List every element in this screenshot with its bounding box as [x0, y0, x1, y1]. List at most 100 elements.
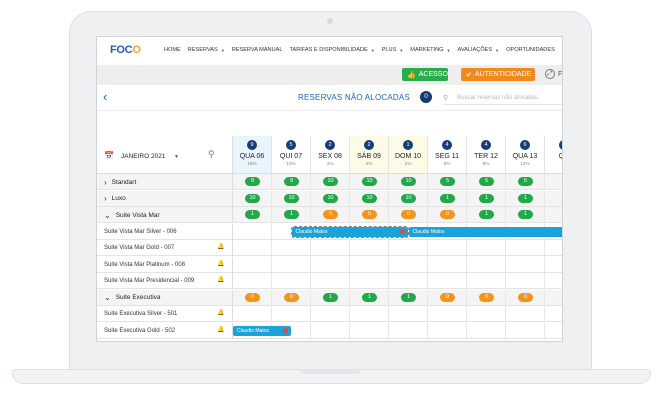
nav-item-marketing[interactable]: MARKETING ▼: [410, 47, 450, 53]
chevron-down-icon[interactable]: ▼: [174, 154, 179, 160]
calendar-cell[interactable]: 1: [506, 190, 545, 207]
calendar-cell[interactable]: 5: [467, 174, 506, 190]
calendar-cell[interactable]: [545, 174, 562, 190]
category-label[interactable]: ⌄ Suite Executiva: [104, 290, 161, 306]
booking-bar[interactable]: Claudio Matos: [290, 225, 409, 238]
booking-bar[interactable]: Claudio Matos: [233, 325, 291, 336]
calendar-cell[interactable]: 10: [350, 190, 389, 207]
category-label[interactable]: › Luxo: [104, 191, 126, 207]
bell-icon[interactable]: 🔔: [217, 326, 224, 333]
room-row[interactable]: Suite Vista Mar Gold - 007 🔔: [97, 240, 562, 256]
calendar-cell[interactable]: 10: [311, 174, 350, 190]
search-icon[interactable]: ⚲: [208, 149, 215, 160]
calendar-cell[interactable]: 1: [506, 207, 545, 223]
calendar-cell[interactable]: 1: [467, 190, 506, 207]
calendar-cell[interactable]: 1: [311, 289, 350, 306]
room-category-row[interactable]: ⌄ Suite Vista Mar 1 1 0 0 0 0 1 1: [97, 207, 562, 223]
calendar-cell[interactable]: [311, 322, 350, 339]
chevron-right-icon[interactable]: ›: [104, 194, 107, 203]
chevron-down-icon[interactable]: ⌄: [104, 211, 111, 220]
calendar-cell[interactable]: [545, 257, 562, 273]
calendar-cell[interactable]: 1: [467, 207, 506, 223]
category-label[interactable]: ⌄ Suite Vista Mar: [104, 207, 160, 223]
day-header[interactable]: 9 QUA 06 18%: [233, 136, 272, 174]
calendar-cell[interactable]: [506, 306, 545, 322]
calendar-cell[interactable]: [467, 240, 506, 256]
booking-bar[interactable]: Claudio Matos: [408, 226, 562, 237]
calendar-cell[interactable]: [233, 273, 272, 289]
calendar-cell[interactable]: [389, 306, 428, 322]
acesso-button[interactable]: 👍 ACESSO: [402, 68, 448, 81]
calendar-cell[interactable]: [350, 256, 389, 273]
room-row[interactable]: Suite Vista Mar Platinum - 008 🔔: [97, 256, 562, 273]
room-category-row[interactable]: › Standart 9 9 10 10 10 5 5 5: [97, 174, 562, 190]
nav-item-avalia-es[interactable]: AVALIAÇÕES ▼: [458, 47, 500, 53]
calendar-cell[interactable]: [350, 240, 389, 256]
calendar-cell[interactable]: 1: [233, 207, 272, 223]
calendar-cell[interactable]: 1: [350, 289, 389, 306]
calendar-cell[interactable]: [233, 223, 272, 240]
calendar-cell[interactable]: [467, 273, 506, 289]
calendar-cell[interactable]: [545, 207, 562, 223]
calendar-cell[interactable]: 10: [311, 190, 350, 207]
calendar-cell[interactable]: [272, 256, 311, 273]
nav-item-plus[interactable]: PLUS ▼: [382, 47, 404, 53]
calendar-cell[interactable]: 0: [467, 289, 506, 306]
calendar-cell[interactable]: [350, 306, 389, 322]
calendar-cell[interactable]: [545, 290, 562, 306]
day-header[interactable]: 2 SEX 08 4%: [311, 136, 350, 174]
day-header[interactable]: 5 QUI 07 10%: [272, 136, 311, 174]
day-header[interactable]: 4 TER 12 8%: [467, 136, 506, 174]
nav-item-tarifas-e-disponibilidade[interactable]: TARIFAS E DISPONIBILIDADE ▼: [289, 47, 374, 53]
calendar-cell[interactable]: 0: [311, 207, 350, 223]
calendar-cell[interactable]: 10: [272, 190, 311, 207]
room-row[interactable]: Suite Executiva Gold - 502 🔔: [97, 322, 562, 339]
calendar-cell[interactable]: [545, 306, 562, 322]
calendar-cell[interactable]: [428, 306, 467, 322]
bell-icon[interactable]: 🔔: [217, 309, 224, 316]
calendar-cell[interactable]: [428, 240, 467, 256]
calendar-cell[interactable]: [506, 240, 545, 256]
calendar-cell[interactable]: [506, 256, 545, 273]
day-header[interactable]: 1 DOM 10 2%: [389, 136, 428, 174]
calendar-cell[interactable]: [545, 191, 562, 207]
calendar-cell[interactable]: 10: [350, 174, 389, 190]
room-row[interactable]: Suite Executiva Silver - 501 🔔: [97, 306, 562, 322]
calendar-cell[interactable]: [428, 273, 467, 289]
calendar-cell[interactable]: [311, 306, 350, 322]
calendar-cell[interactable]: [272, 240, 311, 256]
calendar-cell[interactable]: 9: [272, 174, 311, 190]
calendar-cell[interactable]: 5: [506, 174, 545, 190]
nav-item-reserva-manual[interactable]: RESERVA MANUAL: [232, 47, 283, 53]
calendar-cell[interactable]: 0: [233, 289, 272, 306]
calendar-cell[interactable]: [311, 240, 350, 256]
calendar-cell[interactable]: [545, 323, 562, 339]
calendar-cell[interactable]: 0: [389, 207, 428, 223]
day-header[interactable]: 6 QUA 13 12%: [506, 136, 545, 174]
calendar-cell[interactable]: 1: [389, 289, 428, 306]
autenticidade-button[interactable]: ✔ AUTENTICIDADE: [461, 68, 535, 81]
room-category-row[interactable]: ⌄ Suite Executiva 0 0 1 1 1 0 0 0: [97, 289, 562, 306]
calendar-cell[interactable]: 10: [389, 174, 428, 190]
fullscreen-button[interactable]: ⤢ F: [545, 69, 562, 79]
calendar-cell[interactable]: [272, 306, 311, 322]
calendar-cell[interactable]: [467, 256, 506, 273]
chevron-right-icon[interactable]: ›: [104, 178, 107, 187]
bell-icon[interactable]: 🔔: [217, 276, 224, 283]
calendar-cell[interactable]: 0: [428, 207, 467, 223]
calendar-cell[interactable]: [350, 273, 389, 289]
calendar-cell[interactable]: [467, 306, 506, 322]
nav-item-oportunidades[interactable]: OPORTUNIDADES: [506, 47, 555, 53]
calendar-cell[interactable]: [506, 273, 545, 289]
day-header[interactable]: 4 SEG 11 8%: [428, 136, 467, 174]
calendar-cell[interactable]: [233, 240, 272, 256]
day-header[interactable]: 5 QU 1: [545, 136, 562, 174]
foco-logo[interactable]: FOCO: [110, 44, 141, 56]
calendar-cell[interactable]: [272, 273, 311, 289]
calendar-cell[interactable]: [467, 322, 506, 339]
calendar-cell[interactable]: [311, 256, 350, 273]
calendar-cell[interactable]: [389, 273, 428, 289]
month-selector[interactable]: JANEIRO 2021: [121, 153, 165, 160]
calendar-cell[interactable]: 1: [428, 190, 467, 207]
day-header[interactable]: 2 SÁB 09 4%: [350, 136, 389, 174]
